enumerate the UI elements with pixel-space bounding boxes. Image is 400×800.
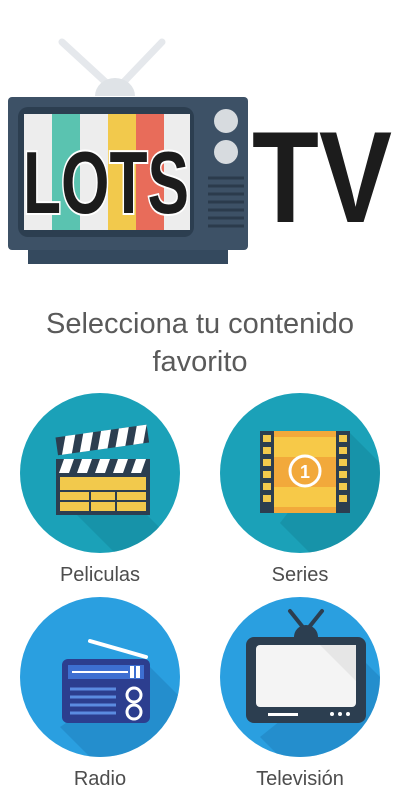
category-radio[interactable]: Radio [10, 597, 190, 797]
category-label: Series [271, 564, 329, 586]
page-title: Selecciona tu contenido favorito [0, 305, 400, 381]
page-title-line-1: Selecciona tu contenido [46, 308, 354, 340]
app-logo: LOTS TV [8, 38, 392, 264]
category-label: Peliculas [59, 564, 141, 586]
antenna-icon [58, 38, 166, 96]
category-television[interactable]: Televisión [210, 597, 390, 797]
svg-text:1: 1 [300, 462, 310, 482]
logo-brand-text: TV [252, 104, 392, 250]
category-label: Radio [73, 768, 127, 790]
logo-tv-text: LOTS [23, 133, 189, 232]
category-peliculas[interactable]: Peliculas [10, 393, 190, 593]
category-label: Televisión [256, 768, 344, 790]
radio-icon [20, 597, 180, 757]
page-title-line-2: favorito [152, 346, 248, 378]
television-icon [220, 597, 380, 757]
film-strip-icon: 1 [220, 393, 380, 553]
clapperboard-icon [20, 393, 180, 553]
category-series[interactable]: 1 Series [210, 393, 390, 593]
